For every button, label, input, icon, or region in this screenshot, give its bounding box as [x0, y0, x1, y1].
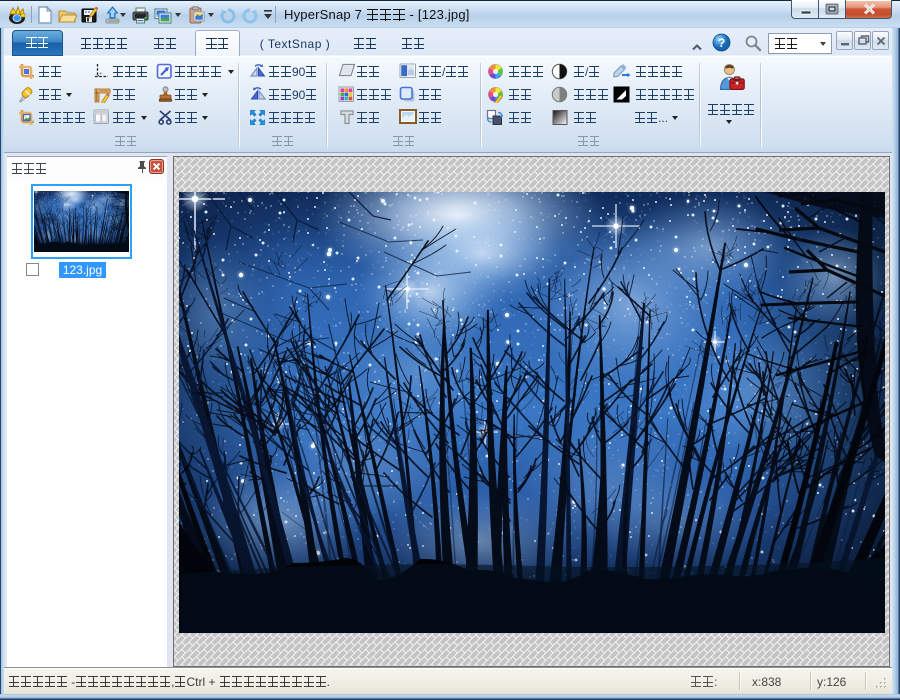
svg-text:?: ? [718, 36, 725, 50]
